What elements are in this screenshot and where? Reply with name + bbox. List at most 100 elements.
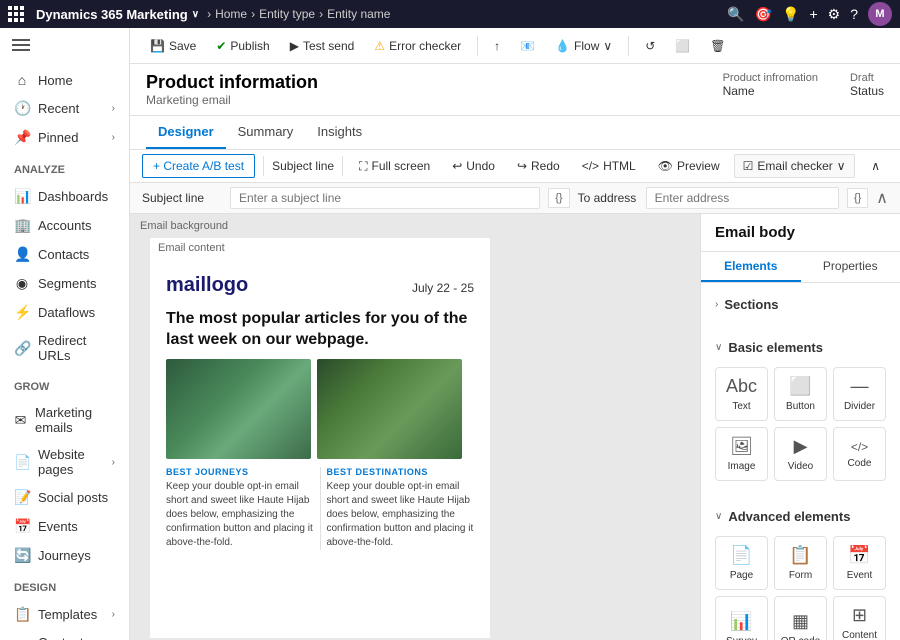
image-element[interactable]: 🖼 Image: [715, 427, 768, 481]
page-title: Product information: [146, 72, 318, 93]
sidebar-item-events[interactable]: 📅 Events: [0, 512, 129, 541]
sidebar-analyze-section: 📊 Dashboards 🏢 Accounts 👤 Contacts ◉ Seg…: [0, 178, 129, 373]
full-screen-button[interactable]: ⛶ Full screen: [351, 155, 438, 178]
subject-dynamic-button[interactable]: {}: [548, 188, 569, 208]
undo-icon: ↩: [452, 159, 462, 173]
email-checker-wrapper: ☑ Email checker ∨ Accessibility checker …: [734, 154, 855, 178]
sections-label: Sections: [724, 297, 778, 312]
sidebar-item-segments[interactable]: ◉ Segments: [0, 269, 129, 298]
error-checker-button[interactable]: ⚠ Error checker: [366, 35, 469, 57]
basic-elements-grid: Abc Text ⬜ Button — Divider 🖼: [715, 361, 886, 487]
refresh-button[interactable]: ↺: [637, 35, 663, 57]
app-name[interactable]: Dynamics 365 Marketing ∨: [36, 7, 199, 22]
basic-header[interactable]: ∨ Basic elements: [715, 334, 886, 361]
target-icon[interactable]: 🎯: [755, 6, 772, 23]
sidebar-item-templates[interactable]: 📋 Templates ›: [0, 600, 129, 629]
preview-icon: 👁: [658, 159, 673, 173]
publish-button[interactable]: ✔ Publish: [208, 35, 277, 57]
add-icon[interactable]: +: [809, 6, 817, 22]
undo-button[interactable]: ↩ Undo: [444, 155, 503, 177]
sidebar-item-pinned[interactable]: 📌 Pinned ›: [0, 123, 129, 152]
sidebar-item-website-pages[interactable]: 📄 Website pages ›: [0, 441, 129, 483]
email-icon: 📧: [520, 39, 535, 53]
et-separator: [263, 156, 264, 176]
recent-icon: 🕐: [14, 100, 30, 117]
sidebar-item-dataflows[interactable]: ⚡ Dataflows: [0, 298, 129, 327]
grid-button[interactable]: ⬜: [667, 35, 698, 57]
panel-tab-properties[interactable]: Properties: [801, 252, 900, 282]
lightbulb-icon[interactable]: 💡: [782, 6, 799, 23]
page-meta-status: Draft Status: [850, 72, 884, 98]
sidebar-item-social-posts[interactable]: 📝 Social posts: [0, 483, 129, 512]
email-checker-button[interactable]: ☑ Email checker ∨: [734, 154, 855, 178]
collapse-subject-button[interactable]: ∧: [876, 188, 888, 208]
survey-element[interactable]: 📊 Survey: [715, 596, 768, 640]
text-element[interactable]: Abc Text: [715, 367, 768, 421]
test-send-button[interactable]: ▶ Test send: [282, 35, 363, 57]
sidebar-item-recent[interactable]: 🕐 Recent ›: [0, 94, 129, 123]
html-button[interactable]: </> HTML: [574, 155, 644, 177]
sidebar-item-content-library[interactable]: 📚 Content library ›: [0, 629, 129, 640]
sidebar-item-dashboards[interactable]: 📊 Dashboards: [0, 182, 129, 211]
sidebar-toggle[interactable]: [0, 28, 129, 62]
sidebar-item-accounts[interactable]: 🏢 Accounts: [0, 211, 129, 240]
code-icon: </>: [851, 440, 868, 454]
delete-button[interactable]: 🗑: [702, 35, 733, 57]
sidebar-item-home[interactable]: ⌂ Home: [0, 66, 129, 94]
email-button[interactable]: 📧: [512, 35, 543, 57]
app-grid-icon[interactable]: [8, 6, 24, 22]
flow-icon: 💧: [555, 39, 570, 53]
email-images: [166, 359, 474, 459]
avatar[interactable]: M: [868, 2, 892, 26]
to-address-input[interactable]: [646, 187, 839, 209]
panel-tab-elements[interactable]: Elements: [701, 252, 801, 282]
content-block-element[interactable]: ⊞ Content block: [833, 596, 886, 640]
chevron-down-icon: ∨: [603, 39, 612, 53]
events-icon: 📅: [14, 518, 30, 535]
social-icon: 📝: [14, 489, 30, 506]
divider-element[interactable]: — Divider: [833, 367, 886, 421]
share-button[interactable]: ↑: [486, 35, 508, 57]
settings-icon[interactable]: ⚙: [828, 6, 841, 23]
search-icon[interactable]: 🔍: [727, 6, 744, 23]
sidebar-item-journeys[interactable]: 🔄 Journeys: [0, 541, 129, 570]
video-element[interactable]: ▶ Video: [774, 427, 827, 481]
tab-designer[interactable]: Designer: [146, 116, 226, 149]
sidebar-item-marketing-emails[interactable]: ✉ Marketing emails: [0, 399, 129, 441]
right-panel: Email body Elements Properties › Section…: [700, 214, 900, 640]
top-nav-icons: 🔍 🎯 💡 + ⚙ ? M: [727, 2, 892, 26]
event-element[interactable]: 📅 Event: [833, 536, 886, 590]
ab-test-button[interactable]: + Create A/B test: [142, 154, 255, 178]
save-button[interactable]: 💾 Save: [142, 35, 204, 57]
page-element[interactable]: 📄 Page: [715, 536, 768, 590]
button-element[interactable]: ⬜ Button: [774, 367, 827, 421]
image-icon: 🖼: [730, 436, 753, 457]
help-icon[interactable]: ?: [850, 6, 858, 22]
col1-text: Keep your double opt-in email short and …: [166, 480, 314, 550]
sidebar-item-contacts[interactable]: 👤 Contacts: [0, 240, 129, 269]
email-col-2: BEST DESTINATIONS Keep your double opt-i…: [327, 467, 475, 550]
advanced-header[interactable]: ∨ Advanced elements: [715, 503, 886, 530]
sections-header[interactable]: › Sections: [715, 291, 886, 318]
flow-button[interactable]: 💧 Flow ∨: [547, 35, 620, 57]
designer-tabs: Designer Summary Insights: [130, 116, 900, 150]
journeys-icon: 🔄: [14, 547, 30, 564]
collapse-toolbar-button[interactable]: ∧: [863, 155, 888, 177]
page-meta-name: Product infromation Name: [723, 72, 818, 98]
main-layout: ⌂ Home 🕐 Recent › 📌 Pinned › Analyze 📊 D…: [0, 28, 900, 640]
form-element[interactable]: 📋 Form: [774, 536, 827, 590]
dashboard-icon: 📊: [14, 188, 30, 205]
to-dynamic-button[interactable]: {}: [847, 188, 868, 208]
tab-insights[interactable]: Insights: [305, 116, 374, 149]
code-element[interactable]: </> Code: [833, 427, 886, 481]
chevron-down-icon: ∨: [715, 342, 722, 353]
qrcode-element[interactable]: ▦ QR code: [774, 596, 827, 640]
redo-button[interactable]: ↪ Redo: [509, 155, 568, 177]
tab-summary[interactable]: Summary: [226, 116, 306, 149]
preview-button[interactable]: 👁 Preview: [650, 155, 728, 177]
sidebar-item-redirect-urls[interactable]: 🔗 Redirect URLs: [0, 327, 129, 369]
email-image-pool: [166, 359, 311, 459]
chevron-right-icon: ›: [112, 132, 115, 143]
grid-icon: ⬜: [675, 39, 690, 53]
subject-input[interactable]: [230, 187, 540, 209]
